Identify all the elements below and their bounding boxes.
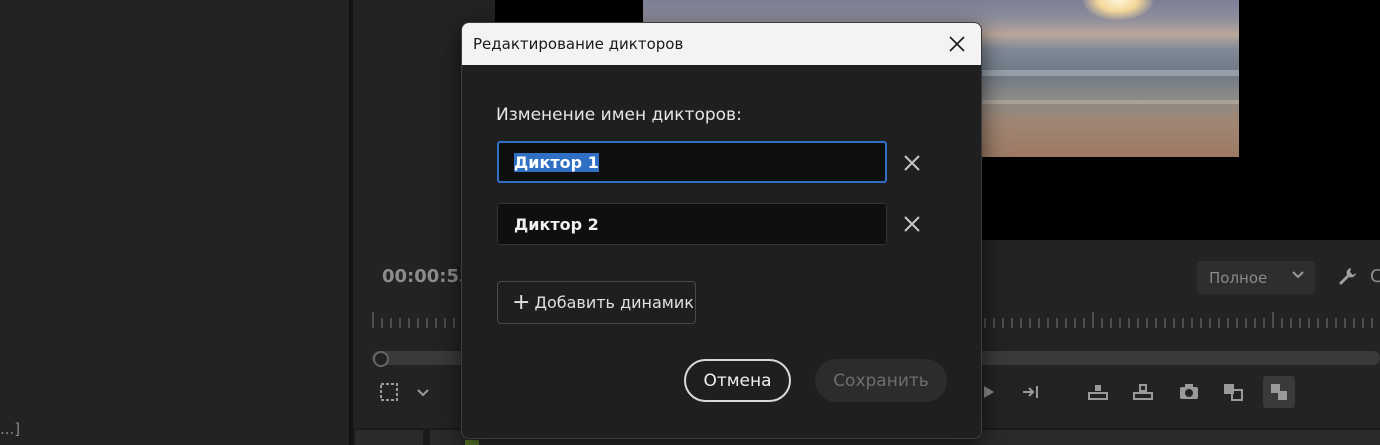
panel-tab[interactable] bbox=[355, 430, 423, 445]
cancel-button[interactable]: Отмена bbox=[684, 359, 791, 402]
track-marker bbox=[465, 440, 479, 445]
playback-resolution-select[interactable]: Полное bbox=[1197, 261, 1315, 294]
plus-icon: + bbox=[512, 289, 531, 315]
close-icon bbox=[904, 216, 920, 232]
left-panel: ...] bbox=[0, 0, 349, 445]
dialog-titlebar[interactable]: Редактирование дикторов bbox=[462, 23, 981, 65]
add-speaker-button[interactable]: + Добавить динамик bbox=[497, 281, 696, 324]
step-forward-icon[interactable] bbox=[1018, 379, 1044, 405]
add-speaker-label: Добавить динамик bbox=[534, 293, 694, 312]
edit-speakers-dialog: Редактирование дикторов Изменение имен д… bbox=[461, 22, 982, 439]
playhead-timecode[interactable]: 00:00:53 bbox=[382, 266, 472, 287]
scroll-handle[interactable] bbox=[373, 351, 389, 367]
close-icon bbox=[904, 155, 920, 171]
save-button[interactable]: Сохранить bbox=[815, 359, 947, 402]
marquee-select-icon[interactable] bbox=[376, 379, 402, 405]
sun-glow bbox=[1083, 0, 1153, 20]
lift-icon[interactable] bbox=[1085, 379, 1111, 405]
multicam-icon[interactable] bbox=[1263, 376, 1295, 408]
truncated-text: ...] bbox=[0, 420, 21, 438]
wrench-icon[interactable] bbox=[1337, 266, 1357, 288]
dialog-heading: Изменение имен дикторов: bbox=[496, 105, 742, 125]
dialog-title: Редактирование дикторов bbox=[473, 35, 684, 53]
speaker-name-field-1[interactable]: Диктор 1 bbox=[497, 141, 887, 183]
remove-speaker-button-1[interactable] bbox=[899, 150, 925, 176]
chevron-down-icon bbox=[1291, 268, 1305, 286]
compare-icon[interactable] bbox=[1220, 379, 1246, 405]
close-button[interactable] bbox=[941, 28, 973, 60]
speaker-name-value: Диктор 1 bbox=[514, 152, 599, 172]
extract-icon[interactable] bbox=[1130, 379, 1156, 405]
settings-cutoff-label: С bbox=[1370, 266, 1380, 287]
close-icon bbox=[949, 36, 965, 52]
remove-speaker-button-2[interactable] bbox=[899, 211, 925, 237]
speaker-name-value: Диктор 2 bbox=[514, 214, 599, 234]
playback-resolution-value: Полное bbox=[1209, 268, 1268, 287]
speaker-name-field-2[interactable]: Диктор 2 bbox=[497, 203, 887, 245]
camera-icon[interactable] bbox=[1176, 379, 1202, 405]
chevron-down-icon[interactable] bbox=[410, 379, 436, 405]
